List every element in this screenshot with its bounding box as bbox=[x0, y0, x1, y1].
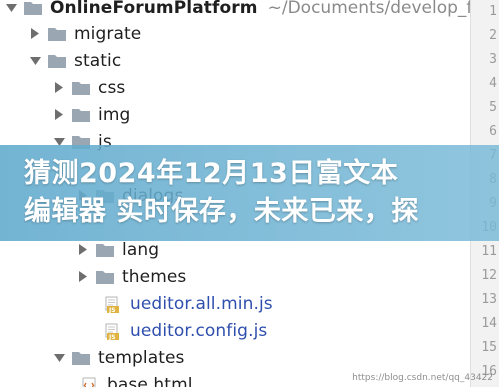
line-number: 12 bbox=[481, 268, 497, 283]
folder-icon bbox=[71, 107, 91, 123]
folder-icon bbox=[95, 269, 115, 285]
js-file-icon: JS bbox=[103, 296, 123, 314]
svg-text:JS: JS bbox=[108, 307, 116, 314]
folder-icon bbox=[95, 242, 115, 258]
chevron-down-icon[interactable] bbox=[6, 2, 17, 14]
chevron-right-icon[interactable] bbox=[53, 82, 65, 94]
line-number: 14 bbox=[481, 316, 497, 331]
folder-icon bbox=[71, 80, 91, 96]
line-number: 11 bbox=[481, 244, 497, 259]
line-number: 13 bbox=[481, 292, 497, 307]
chevron-down-icon[interactable] bbox=[53, 352, 65, 364]
chevron-right-icon[interactable] bbox=[77, 271, 89, 283]
tree-item-ueditor-config-js[interactable]: JS ueditor.config.js bbox=[0, 317, 470, 344]
tree-item-label: ueditor.all.min.js bbox=[130, 293, 273, 314]
tree-item-templates[interactable]: templates bbox=[0, 344, 470, 371]
banner-title-line-2: 编辑器 实时保存，未来已来，探 bbox=[24, 196, 419, 227]
project-path: ~/Documents/develop_file bbox=[267, 0, 470, 18]
chevron-right-icon[interactable] bbox=[77, 244, 89, 256]
tree-item-css[interactable]: css bbox=[0, 74, 470, 101]
watermark: https://blog.csdn.net/qq_43422 bbox=[352, 373, 493, 383]
tree-item-img[interactable]: img bbox=[0, 101, 470, 128]
line-number: 15 bbox=[481, 340, 497, 355]
line-number: 3 bbox=[489, 52, 497, 67]
tree-item-label: base.html bbox=[107, 374, 193, 387]
tree-root[interactable]: OnlineForumPlatform ~/Documents/develop_… bbox=[0, 0, 470, 21]
chevron-right-icon[interactable] bbox=[29, 28, 41, 40]
tree-item-migrate[interactable]: migrate bbox=[0, 20, 470, 47]
tree-item-label: themes bbox=[122, 266, 187, 287]
tree-item-themes[interactable]: themes bbox=[0, 263, 470, 290]
line-number: 2 bbox=[489, 28, 497, 43]
tree-item-ueditor-all-min-js[interactable]: JS ueditor.all.min.js bbox=[0, 290, 470, 317]
folder-icon bbox=[23, 0, 43, 16]
tree-item-label: migrate bbox=[74, 23, 142, 44]
banner-title-line-1: 猜测2024年12月13日富文本 bbox=[24, 158, 399, 189]
html-file-icon bbox=[80, 377, 100, 387]
line-number: 5 bbox=[489, 100, 497, 115]
folder-icon bbox=[47, 26, 67, 42]
chevron-down-icon[interactable] bbox=[29, 55, 41, 67]
project-name: OnlineForumPlatform bbox=[50, 0, 258, 18]
line-number: 1 bbox=[489, 4, 497, 19]
tree-item-label: img bbox=[98, 104, 131, 125]
chevron-right-icon[interactable] bbox=[53, 109, 65, 121]
tree-item-label: static bbox=[74, 50, 122, 71]
folder-icon bbox=[47, 53, 67, 69]
tree-item-label: lang bbox=[122, 239, 160, 260]
tree-item-static[interactable]: static bbox=[0, 47, 470, 74]
js-file-icon: JS bbox=[103, 323, 123, 341]
tree-item-label: css bbox=[98, 77, 126, 98]
tree-item-label: templates bbox=[98, 347, 185, 368]
svg-text:JS: JS bbox=[108, 334, 116, 341]
line-number: 6 bbox=[489, 124, 497, 139]
line-number: 4 bbox=[489, 76, 497, 91]
tree-item-label: ueditor.config.js bbox=[130, 320, 268, 341]
folder-icon bbox=[71, 350, 91, 366]
banner-title: 猜测2024年12月13日富文本 编辑器 实时保存，未来已来，探 bbox=[24, 155, 494, 231]
